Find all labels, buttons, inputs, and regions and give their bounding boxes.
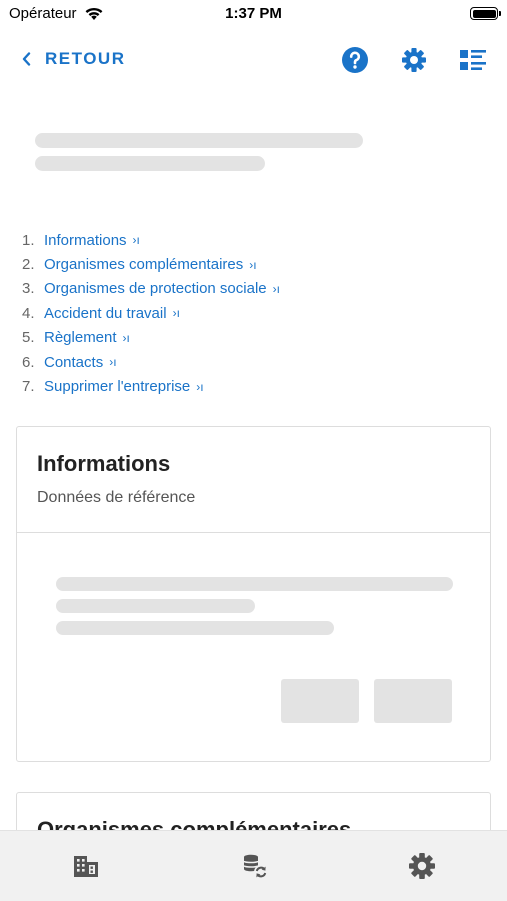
help-icon[interactable]	[341, 46, 369, 74]
loading-placeholder-button	[374, 679, 452, 723]
tab-bar	[0, 830, 507, 901]
toc-number: 5.	[22, 329, 35, 347]
toc-item[interactable]: 4. Accident du travail ›ı	[22, 301, 280, 325]
informations-card: Informations Données de référence	[16, 426, 491, 762]
nav-bar: RETOUR	[0, 30, 507, 94]
toc-link-supprimer-entreprise[interactable]: Supprimer l'entreprise	[44, 378, 190, 395]
chevron-right-icon: ›ı	[196, 379, 204, 394]
toc-item[interactable]: 7. Supprimer l'entreprise ›ı	[22, 374, 280, 398]
organismes-complementaires-card: Organismes complémentaires	[16, 792, 491, 830]
toc-link-accident-du-travail[interactable]: Accident du travail	[44, 305, 167, 322]
card-title: Organismes complémentaires	[37, 817, 352, 830]
chevron-right-icon: ›ı	[272, 281, 280, 296]
loading-placeholder-line	[56, 599, 255, 613]
toc-item[interactable]: 3. Organismes de protection sociale ›ı	[22, 277, 280, 301]
status-bar: Opérateur 1:37 PM	[0, 0, 507, 30]
toc-number: 1.	[22, 231, 35, 249]
card-subtitle: Données de référence	[37, 489, 196, 506]
divider	[17, 532, 490, 533]
toc-item[interactable]: 6. Contacts ›ı	[22, 350, 280, 374]
toc-number: 4.	[22, 304, 35, 322]
battery-icon	[470, 7, 501, 20]
chevron-right-icon: ›ı	[249, 257, 257, 272]
database-sync-icon[interactable]	[240, 851, 270, 881]
chevron-right-icon: ›ı	[109, 355, 117, 370]
table-of-contents: 1. Informations ›ı 2. Organismes complém…	[22, 228, 280, 399]
toc-link-reglement[interactable]: Règlement	[44, 329, 117, 346]
loading-placeholder-button	[281, 679, 359, 723]
toc-link-contacts[interactable]: Contacts	[44, 354, 103, 371]
toc-number: 3.	[22, 280, 35, 298]
back-button[interactable]: RETOUR	[22, 49, 125, 69]
list-view-icon[interactable]	[459, 46, 487, 74]
content-area[interactable]: 1. Informations ›ı 2. Organismes complém…	[0, 94, 507, 830]
building-icon[interactable]	[71, 851, 101, 881]
settings-icon[interactable]	[407, 851, 437, 881]
clock: 1:37 PM	[225, 5, 282, 22]
toc-number: 7.	[22, 378, 35, 396]
toc-item[interactable]: 5. Règlement ›ı	[22, 326, 280, 350]
toc-item[interactable]: 2. Organismes complémentaires ›ı	[22, 252, 280, 276]
loading-placeholder-line	[56, 621, 334, 635]
chevron-right-icon: ›ı	[172, 306, 180, 321]
toc-link-informations[interactable]: Informations	[44, 232, 127, 249]
toc-number: 2.	[22, 256, 35, 274]
toc-link-organismes-complementaires[interactable]: Organismes complémentaires	[44, 256, 243, 273]
loading-placeholder-line	[35, 156, 265, 171]
toc-number: 6.	[22, 353, 35, 371]
settings-icon[interactable]	[400, 46, 428, 74]
chevron-right-icon: ›ı	[122, 330, 130, 345]
chevron-left-icon	[22, 52, 31, 66]
toc-item[interactable]: 1. Informations ›ı	[22, 228, 280, 252]
chevron-right-icon: ›ı	[132, 233, 140, 248]
loading-placeholder-line	[56, 577, 453, 591]
card-title: Informations	[37, 451, 171, 476]
loading-placeholder-line	[35, 133, 363, 148]
back-label: RETOUR	[45, 49, 126, 68]
toc-link-protection-sociale[interactable]: Organismes de protection sociale	[44, 280, 267, 297]
